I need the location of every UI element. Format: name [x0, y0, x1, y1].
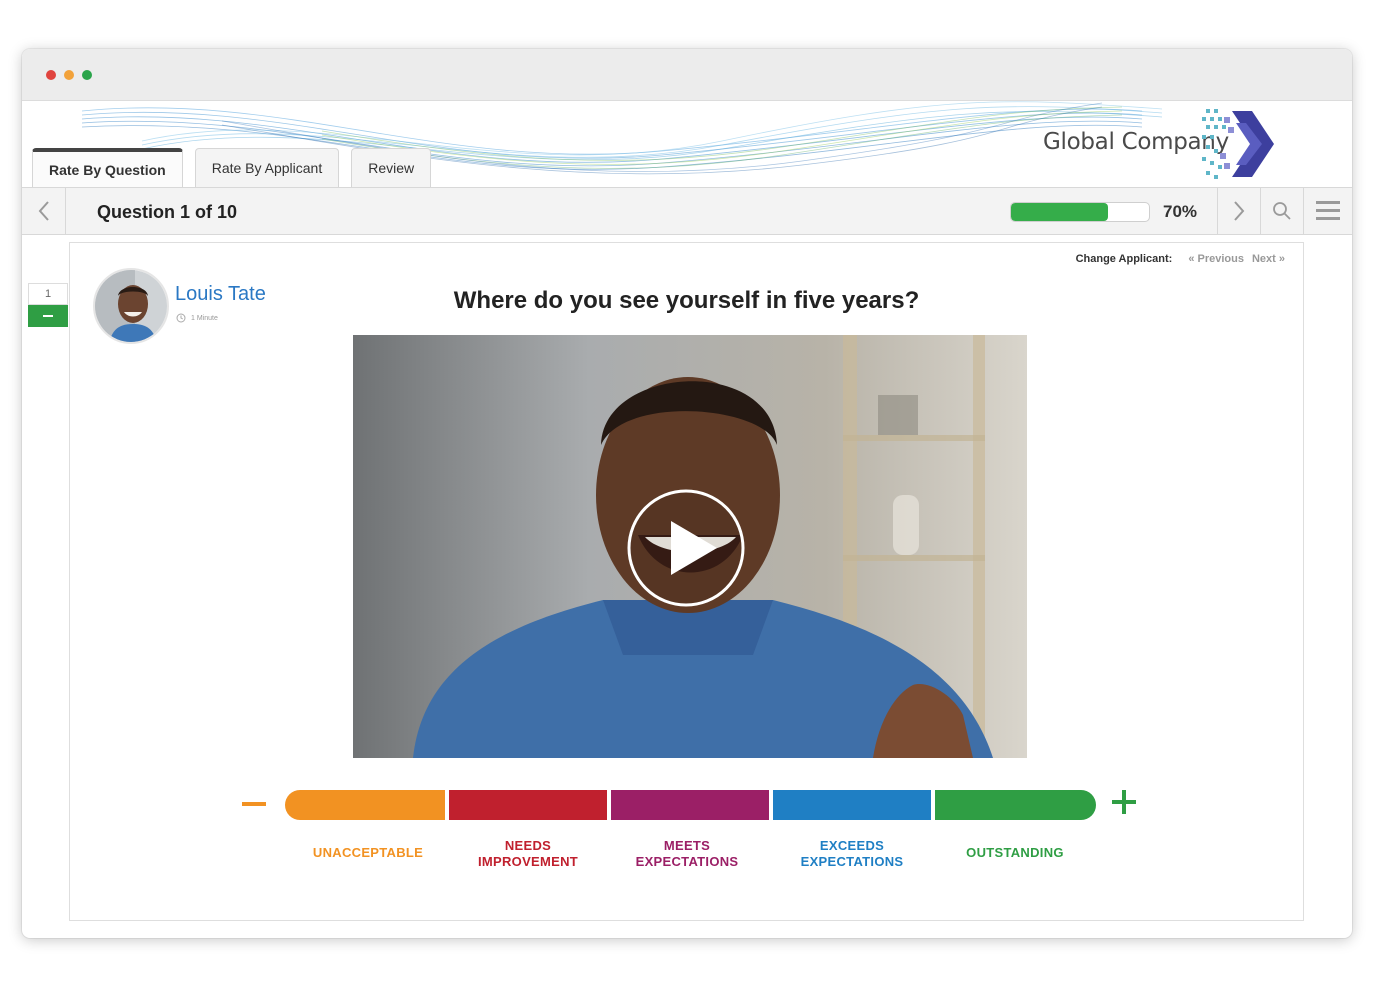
minus-icon	[43, 315, 53, 317]
rating-label-needs-improvement: NEEDS IMPROVEMENT	[477, 838, 579, 869]
progress-bar	[1010, 202, 1150, 222]
tab-review[interactable]: Review	[351, 148, 432, 187]
play-icon[interactable]	[625, 487, 747, 609]
maximize-window-button[interactable]	[82, 70, 92, 80]
rating-label-exceeds-expectations: EXCEEDS EXPECTATIONS	[800, 838, 904, 869]
rating-label-outstanding: OUTSTANDING	[966, 845, 1064, 860]
video-player[interactable]	[353, 335, 1027, 758]
chevron-left-icon	[38, 201, 49, 221]
question-number-indicator: 1	[28, 283, 68, 305]
rating-exceeds-expectations[interactable]	[773, 790, 931, 820]
close-window-button[interactable]	[46, 70, 56, 80]
rating-label-unacceptable: UNACCEPTABLE	[312, 845, 424, 860]
increase-rating-button[interactable]	[1111, 788, 1139, 816]
next-question-button[interactable]	[1217, 188, 1260, 234]
rating-scale: UNACCEPTABLE NEEDS IMPROVEMENT MEETS EXPEC…	[70, 788, 1303, 869]
question-text: Where do you see yourself in five years?	[453, 287, 920, 314]
company-logo-icon	[1202, 109, 1274, 179]
collapse-toggle-button[interactable]	[28, 305, 68, 327]
rating-label-meets-expectations: MEETS EXPECTATIONS	[635, 838, 739, 869]
tab-rate-by-question[interactable]: Rate By Question	[32, 148, 183, 187]
rating-needs-improvement[interactable]	[449, 790, 607, 820]
change-applicant-nav: Change Applicant: « Previous Next »	[1076, 253, 1285, 265]
rating-outstanding[interactable]	[935, 790, 1096, 820]
title-bar	[22, 49, 1352, 101]
question-counter: Question 1 of 10	[97, 202, 238, 222]
hamburger-menu-icon	[1316, 201, 1340, 220]
app-header: Global Company Rate By Question Rate By …	[22, 101, 1352, 187]
menu-button[interactable]	[1303, 188, 1352, 234]
rating-panel: Change Applicant: « Previous Next » Loui…	[69, 242, 1304, 921]
decrease-rating-button[interactable]	[242, 802, 266, 806]
progress-bar-fill	[1011, 203, 1108, 221]
search-button[interactable]	[1260, 188, 1303, 234]
previous-applicant-link[interactable]: « Previous	[1188, 253, 1244, 265]
tab-rate-by-applicant[interactable]: Rate By Applicant	[194, 148, 340, 187]
rating-meets-expectations[interactable]	[611, 790, 769, 820]
tab-bar: Rate By Question Rate By Applicant Revie…	[32, 148, 432, 187]
change-applicant-label: Change Applicant:	[1075, 253, 1173, 265]
chevron-right-icon	[1234, 201, 1245, 221]
question-toolbar: Question 1 of 10 70%	[22, 187, 1352, 235]
progress-percent: 70%	[1163, 202, 1198, 221]
next-applicant-link[interactable]: Next »	[1252, 253, 1285, 265]
app-window: Global Company Rate By Question Rate By …	[22, 49, 1352, 938]
rating-unacceptable[interactable]	[285, 790, 445, 820]
previous-question-button[interactable]	[22, 188, 66, 234]
minimize-window-button[interactable]	[64, 70, 74, 80]
search-icon	[1273, 202, 1291, 220]
duration-label: 1 Minute	[191, 314, 218, 322]
